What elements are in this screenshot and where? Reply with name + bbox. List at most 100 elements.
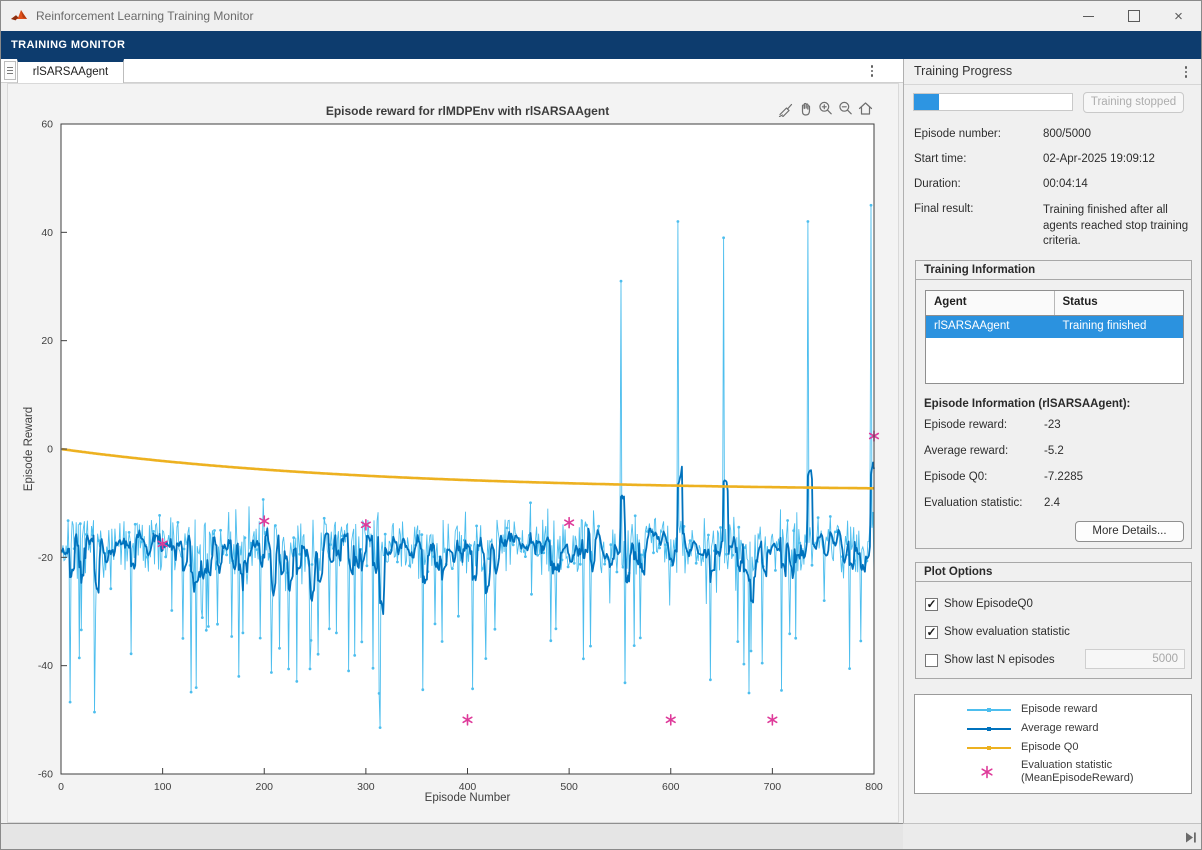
legend-label: Evaluation statistic(MeanEpisodeReward)	[1021, 759, 1134, 786]
panel-bottom-strip	[903, 823, 1202, 850]
show-evaluation-statistic-label: Show evaluation statistic	[944, 626, 1070, 638]
training-progress-bar	[913, 93, 1073, 111]
column-header-agent: Agent	[926, 291, 1055, 315]
legend-label: Episode reward	[1021, 703, 1097, 717]
agent-status-cell: Training finished	[1055, 316, 1184, 338]
training-progress-panel: Training Progress Training stopped Episo…	[903, 59, 1202, 823]
duration-value: 00:04:14	[1043, 178, 1088, 190]
average-reward-label: Average reward:	[924, 445, 1008, 457]
window-title: Reinforcement Learning Training Monitor	[36, 9, 253, 23]
legend-entry: Episode reward	[915, 700, 1191, 719]
episode-information-title: Episode Information (rlSARSAAgent):	[924, 398, 1130, 410]
home-icon[interactable]	[857, 100, 874, 117]
show-evaluation-statistic-option: ✓ Show evaluation statistic	[925, 624, 1070, 640]
training-information-section: Training Information Agent Status rlSARS…	[915, 260, 1192, 549]
panel-title: Training Progress	[914, 64, 1012, 78]
maximize-button[interactable]	[1111, 1, 1156, 31]
legend-entry: Evaluation statistic(MeanEpisodeReward)	[915, 755, 1191, 789]
svg-text:100: 100	[154, 781, 172, 793]
svg-text:600: 600	[662, 781, 680, 793]
svg-text:Episode Number: Episode Number	[425, 792, 511, 804]
episode-q0-value: -7.2285	[1044, 471, 1083, 483]
agent-name-cell: rlSARSAAgent	[926, 316, 1055, 338]
svg-text:200: 200	[255, 781, 273, 793]
svg-text:500: 500	[560, 781, 578, 793]
training-progress-bar-fill	[914, 94, 939, 110]
plot-options-title: Plot Options	[916, 563, 1191, 582]
training-stopped-button[interactable]: Training stopped	[1083, 92, 1184, 113]
line-swatch-icon	[967, 703, 1011, 717]
tab-training-monitor[interactable]: TRAINING MONITOR	[1, 39, 125, 51]
final-result-label: Final result:	[914, 203, 973, 215]
close-button[interactable]: ×	[1156, 1, 1201, 31]
svg-text:-60: -60	[38, 769, 53, 781]
show-episodeq0-checkbox[interactable]: ✓	[925, 598, 938, 611]
svg-text:300: 300	[357, 781, 375, 793]
svg-text:Episode reward for rlMDPEnv wi: Episode reward for rlMDPEnv with rlSARSA…	[326, 104, 609, 118]
svg-text:60: 60	[41, 119, 53, 131]
more-details-button[interactable]: More Details...	[1075, 521, 1184, 542]
close-icon: ×	[1174, 9, 1183, 24]
legend-entry: Average reward	[915, 719, 1191, 738]
svg-text:0: 0	[58, 781, 64, 793]
matlab-logo-icon	[10, 8, 28, 24]
title-bar[interactable]: Reinforcement Learning Training Monitor …	[1, 1, 1201, 31]
evaluation-statistic-label: Evaluation statistic:	[924, 497, 1022, 509]
column-header-status: Status	[1055, 291, 1184, 315]
start-time-label: Start time:	[914, 153, 966, 165]
chart-legend: Episode reward Average reward Episode Q0 Ev…	[914, 694, 1192, 794]
line-swatch-icon	[967, 741, 1011, 755]
episode-reward-chart[interactable]: 0100200300400500600700800-60-40-20020406…	[8, 84, 898, 822]
episode-reward-label: Episode reward:	[924, 419, 1007, 431]
tab-rlsarsaagent[interactable]: rlSARSAAgent	[17, 59, 124, 83]
svg-text:Episode Reward: Episode Reward	[23, 407, 35, 491]
panel-header: Training Progress	[904, 59, 1202, 85]
maximize-icon	[1128, 10, 1140, 22]
toolstrip: TRAINING MONITOR	[1, 31, 1201, 59]
show-episodeq0-option: ✓ Show EpisodeQ0	[925, 596, 1033, 612]
last-n-episodes-input[interactable]	[1085, 649, 1185, 669]
legend-label: Episode Q0	[1021, 741, 1078, 755]
document-tabstrip: rlSARSAAgent	[1, 59, 903, 83]
plot-document: 0100200300400500600700800-60-40-20020406…	[7, 83, 899, 823]
minimize-button[interactable]	[1066, 1, 1111, 31]
episode-q0-label: Episode Q0:	[924, 471, 987, 483]
asterisk-marker-icon	[967, 765, 1011, 779]
pan-icon[interactable]	[797, 100, 814, 117]
show-last-n-episodes-label: Show last N episodes	[944, 654, 1055, 666]
duration-label: Duration:	[914, 178, 961, 190]
svg-text:40: 40	[41, 227, 53, 239]
panel-actions-menu-icon[interactable]	[1179, 64, 1193, 80]
table-header-row: Agent Status	[926, 291, 1183, 316]
agent-status-table: Agent Status rlSARSAAgent Training finis…	[925, 290, 1184, 384]
zoom-in-icon[interactable]	[817, 100, 834, 117]
show-episodeq0-label: Show EpisodeQ0	[944, 598, 1033, 610]
document-actions-menu-icon[interactable]	[865, 63, 879, 79]
minimize-icon	[1083, 16, 1094, 17]
show-evaluation-statistic-checkbox[interactable]: ✓	[925, 626, 938, 639]
zoom-out-icon[interactable]	[837, 100, 854, 117]
training-information-title: Training Information	[916, 261, 1191, 280]
average-reward-value: -5.2	[1044, 445, 1064, 457]
table-row[interactable]: rlSARSAAgent Training finished	[926, 316, 1183, 338]
line-swatch-icon	[967, 722, 1011, 736]
horizontal-scrollbar[interactable]	[1, 823, 903, 850]
svg-text:-40: -40	[38, 660, 53, 672]
brush-icon[interactable]	[777, 100, 794, 117]
collapse-panel-icon[interactable]	[1185, 831, 1197, 844]
episode-number-value: 800/5000	[1043, 128, 1091, 140]
svg-text:700: 700	[764, 781, 782, 793]
svg-text:-20: -20	[38, 552, 53, 564]
legend-label: Average reward	[1021, 722, 1098, 736]
svg-text:20: 20	[41, 335, 53, 347]
app-window: Reinforcement Learning Training Monitor …	[0, 0, 1202, 850]
axes-toolbar	[777, 100, 874, 117]
evaluation-statistic-value: 2.4	[1044, 497, 1060, 509]
final-result-value: Training finished after all agents reach…	[1043, 203, 1193, 250]
plot-options-section: Plot Options ✓ Show EpisodeQ0 ✓ Show eva…	[915, 562, 1192, 679]
episode-number-label: Episode number:	[914, 128, 1001, 140]
show-last-n-episodes-checkbox[interactable]	[925, 654, 938, 667]
tab-list-button[interactable]	[4, 61, 16, 80]
svg-text:800: 800	[865, 781, 883, 793]
svg-text:0: 0	[47, 444, 53, 456]
